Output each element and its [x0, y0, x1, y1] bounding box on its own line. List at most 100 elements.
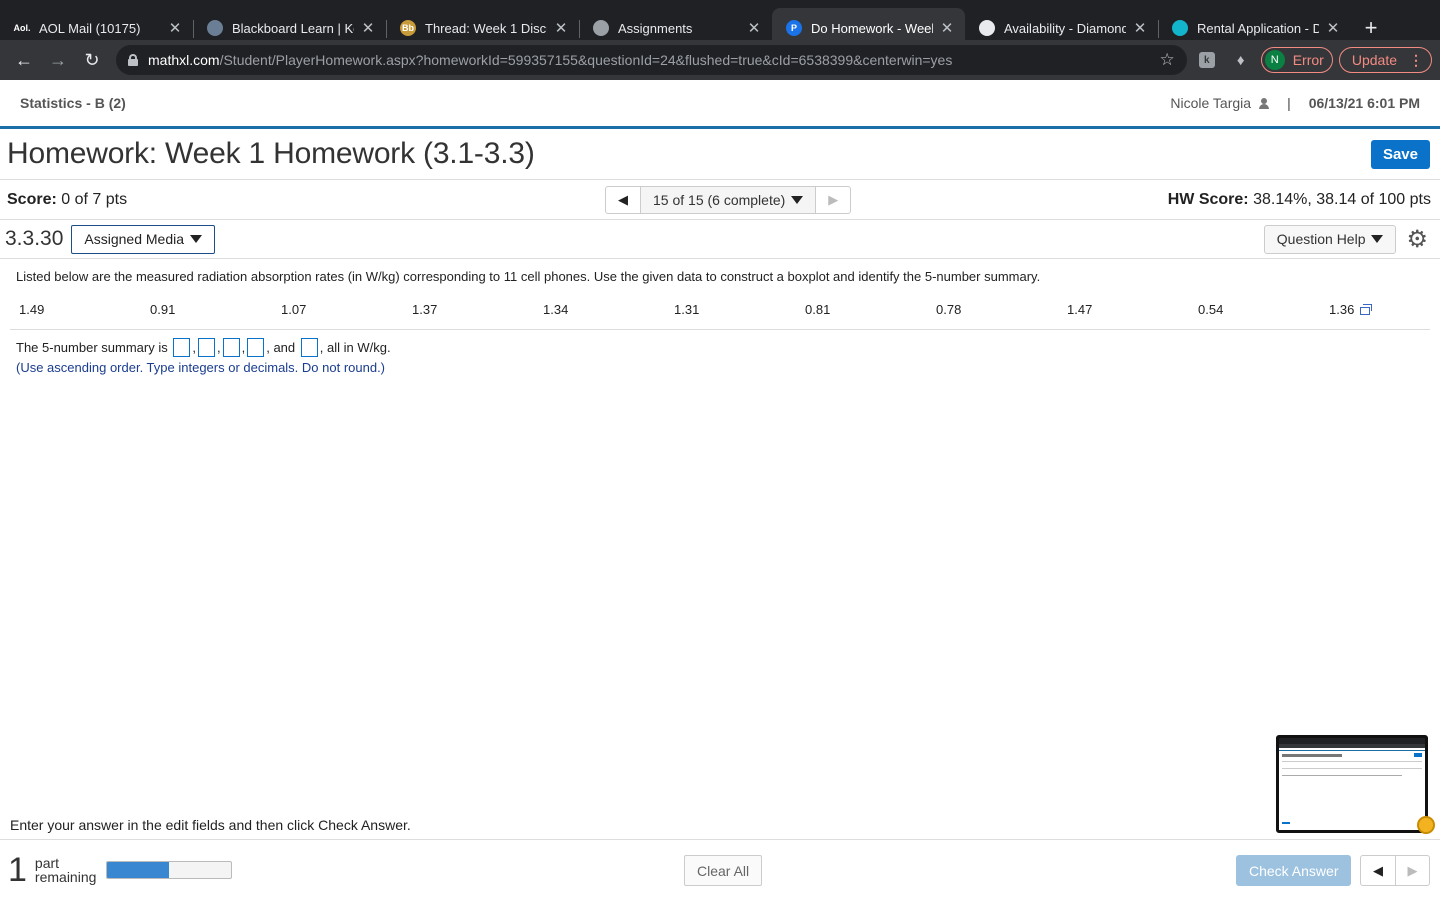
url-path: /Student/PlayerHomework.aspx?homeworkId=…: [219, 52, 953, 68]
instruction-text: Enter your answer in the edit fields and…: [10, 817, 411, 833]
puzzle-extensions-icon[interactable]: ♦: [1227, 46, 1255, 74]
question-help-button[interactable]: Question Help: [1263, 224, 1397, 254]
data-value: 1.31: [665, 302, 796, 317]
header-datetime: 06/13/21 6:01 PM: [1308, 95, 1420, 111]
back-button[interactable]: ←: [8, 44, 40, 76]
header-separator: |: [1287, 95, 1291, 111]
comma: ,: [241, 340, 246, 355]
footer-question-navigator: ◀ ▶: [1360, 855, 1430, 886]
question-navigator: ◀ 15 of 15 (6 complete) ▶: [605, 186, 852, 214]
tab-title: AOL Mail (10175): [39, 20, 141, 36]
profile-error-button[interactable]: N Error: [1260, 47, 1333, 73]
forward-button[interactable]: →: [42, 44, 74, 76]
parts-label-line2: remaining: [34, 869, 97, 885]
homework-header: Homework: Week 1 Homework (3.1-3.3) Save: [0, 129, 1440, 180]
lock-icon: [128, 54, 138, 66]
and-text: , and: [266, 340, 296, 355]
data-value: 1.47: [1058, 302, 1189, 317]
tab-favicon-icon: P: [786, 20, 802, 36]
answer-input-q3[interactable]: [247, 338, 265, 357]
hw-score-value: 38.14%, 38.14 of 100 pts: [1253, 190, 1431, 208]
badge-icon: [1417, 816, 1435, 834]
user-icon: [1259, 97, 1270, 109]
score-value: 0 of 7 pts: [61, 190, 128, 208]
data-value-text: 1.31: [674, 302, 700, 317]
caret-down-icon: [190, 235, 203, 243]
profile-error-label: Error: [1292, 52, 1324, 68]
previous-question-button[interactable]: ◀: [606, 187, 640, 213]
caret-down-icon: [1371, 235, 1384, 243]
question-selector[interactable]: 15 of 15 (6 complete): [640, 187, 817, 213]
data-value-text: 0.81: [805, 302, 831, 317]
tab-favicon-icon: [207, 20, 223, 36]
tab-favicon-icon: Aol.: [14, 20, 31, 36]
tab-title: Thread: Week 1 Discus: [425, 20, 547, 36]
tab-favicon-icon: [593, 20, 609, 36]
data-value-text: 1.47: [1067, 302, 1093, 317]
page: Statistics - B (2) Nicole Targia | 06/13…: [0, 80, 1440, 900]
tab-title: Blackboard Learn | Kel: [232, 20, 354, 36]
hw-score: HW Score: 38.14%, 38.14 of 100 pts: [1168, 191, 1431, 209]
url-host: mathxl.com: [148, 52, 220, 68]
clear-all-button[interactable]: Clear All: [684, 855, 763, 886]
answer-input-min[interactable]: [173, 338, 191, 357]
check-answer-button[interactable]: Check Answer: [1236, 855, 1352, 886]
data-value-text: 1.49: [19, 302, 45, 317]
data-value-text: 0.54: [1198, 302, 1224, 317]
answer-suffix: , all in W/kg.: [319, 340, 391, 355]
footer: 1 part remaining Clear All Check Answer …: [0, 839, 1440, 900]
update-button[interactable]: Update ⋮: [1338, 47, 1432, 73]
score: Score: 0 of 7 pts: [7, 191, 1168, 209]
bookmark-star-icon[interactable]: ☆: [1159, 50, 1174, 70]
tab-title: Rental Application - Di: [1197, 20, 1319, 36]
extension-icon[interactable]: k: [1193, 46, 1221, 74]
update-label: Update: [1351, 52, 1397, 68]
next-question-button[interactable]: ▶: [1395, 856, 1429, 885]
page-title: Homework: Week 1 Homework (3.1-3.3): [7, 137, 535, 170]
question-body: Listed below are the measured radiation …: [0, 269, 1440, 375]
tab-title: Assignments: [618, 20, 693, 36]
assigned-media-button[interactable]: Assigned Media: [71, 224, 216, 254]
save-button[interactable]: Save: [1370, 139, 1430, 169]
data-value: 0.81: [796, 302, 927, 317]
data-value: 1.37: [403, 302, 534, 317]
answer-line: The 5-number summary is , , , , and , al…: [16, 338, 1430, 357]
tab-close-icon[interactable]: ✕: [1132, 19, 1148, 37]
question-selector-label: 15 of 15 (6 complete): [653, 192, 786, 208]
data-value-text: 0.91: [150, 302, 176, 317]
data-value: 1.49: [10, 302, 141, 317]
comma: ,: [216, 340, 221, 355]
course-name: Statistics - B (2): [20, 95, 126, 111]
tab-close-icon[interactable]: ✕: [553, 19, 569, 37]
next-question-button[interactable]: ▶: [816, 187, 850, 213]
question-help-label: Question Help: [1276, 231, 1366, 247]
data-value: 1.07: [272, 302, 403, 317]
course-header: Statistics - B (2) Nicole Targia | 06/13…: [0, 80, 1440, 129]
tab-title: Do Homework - Week: [811, 20, 933, 36]
tab-close-icon[interactable]: ✕: [939, 19, 955, 37]
copy-data-icon[interactable]: [1360, 304, 1373, 315]
tab-close-icon[interactable]: ✕: [167, 19, 183, 37]
data-value-text: 1.36: [1329, 302, 1355, 317]
tab-close-icon[interactable]: ✕: [1325, 19, 1341, 37]
comma: ,: [192, 340, 196, 355]
previous-question-button[interactable]: ◀: [1361, 856, 1395, 885]
browser-toolbar: ← → ↻ mathxl.com /Student/PlayerHomework…: [0, 40, 1440, 80]
menu-dots-icon: ⋮: [1409, 51, 1423, 68]
tab-favicon-icon: [1172, 20, 1188, 36]
tab-close-icon[interactable]: ✕: [746, 19, 762, 37]
question-text: Listed below are the measured radiation …: [16, 269, 1041, 284]
answer-input-q1[interactable]: [197, 338, 215, 357]
answer-input-max[interactable]: [300, 338, 318, 357]
question-number: 3.3.30: [5, 227, 64, 250]
gear-icon[interactable]: ⚙: [1406, 225, 1428, 254]
tab-close-icon[interactable]: ✕: [360, 19, 376, 37]
screen-share-thumbnail[interactable]: [1276, 735, 1428, 833]
address-bar[interactable]: mathxl.com /Student/PlayerHomework.aspx?…: [116, 45, 1187, 75]
data-value: 0.91: [141, 302, 272, 317]
user-name: Nicole Targia: [1170, 95, 1252, 111]
data-value-text: 1.07: [281, 302, 307, 317]
reload-button[interactable]: ↻: [76, 44, 108, 76]
score-row: Score: 0 of 7 pts ◀ 15 of 15 (6 complete…: [0, 180, 1440, 220]
answer-input-median[interactable]: [222, 338, 240, 357]
